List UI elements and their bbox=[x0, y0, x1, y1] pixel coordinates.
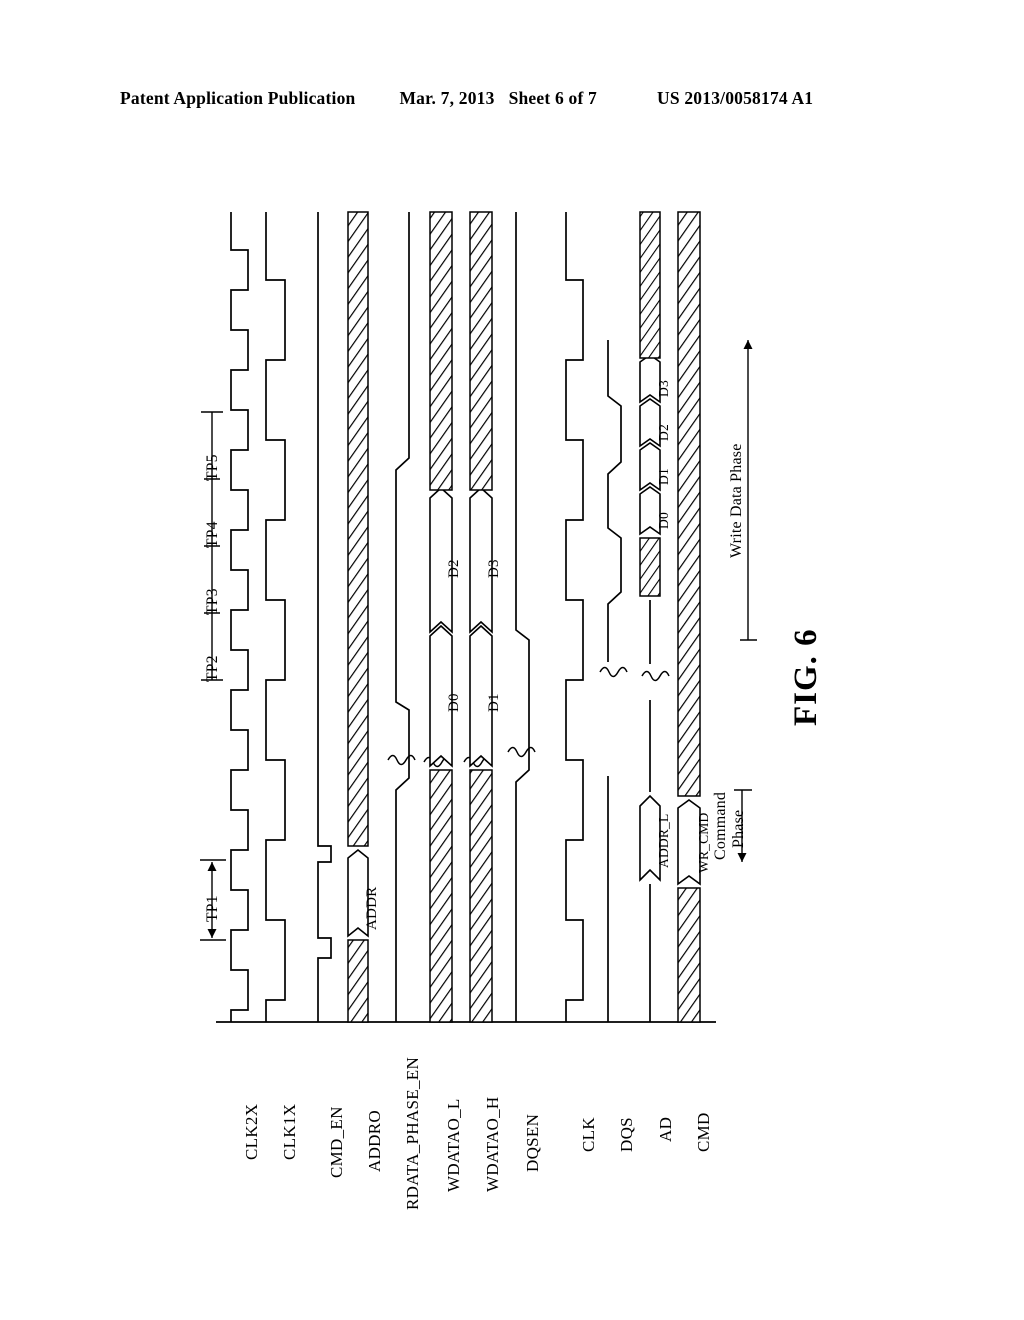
break-symbol-rdata bbox=[387, 754, 416, 766]
waveform-clk2x bbox=[230, 212, 249, 1022]
signal-label-wdatao-l: WDATAO_L bbox=[444, 1098, 463, 1192]
waveform-clk1x bbox=[265, 212, 286, 1022]
wdatao-h-hatch-high bbox=[469, 211, 493, 491]
waveform-cmd bbox=[677, 211, 701, 1023]
waveform-rdata-phase-en bbox=[387, 212, 416, 1022]
addro-hatch-high bbox=[347, 211, 369, 847]
phase-label-command-phase-line1: Command bbox=[712, 791, 729, 860]
break-symbol-dqs bbox=[599, 666, 628, 678]
time-point-label-tp5: TP5 bbox=[204, 454, 221, 481]
signal-label-clk1x: CLK1X bbox=[280, 1103, 299, 1160]
bus-text-wdatao-l-d0: D0 bbox=[446, 693, 462, 712]
ad-hatch-post bbox=[639, 211, 661, 359]
bus-text-ad-d3: D3 bbox=[656, 380, 671, 397]
waveform-wdatao-h bbox=[463, 211, 493, 1023]
bus-text-wdatao-l-d2: D2 bbox=[446, 559, 462, 578]
bus-text-ad-addr-l: ADDR_L bbox=[656, 813, 671, 868]
waveform-dqs bbox=[599, 340, 628, 1022]
bus-text-cmd-wr-cmd: WR_CMD bbox=[696, 812, 711, 873]
phase-label-write-data-phase: Write Data Phase bbox=[728, 443, 745, 558]
waveform-cmd-en bbox=[317, 212, 332, 1022]
bus-text-ad-d1: D1 bbox=[656, 468, 671, 485]
signal-label-addro: ADDRO bbox=[365, 1110, 384, 1172]
time-point-label-tp1: TP1 bbox=[204, 895, 221, 922]
ad-hatch-pre bbox=[639, 537, 661, 597]
signal-label-rdata-phase-en: RDATA_PHASE_EN bbox=[403, 1056, 422, 1210]
signal-label-ad: AD bbox=[656, 1116, 675, 1142]
bus-text-ad-d0: D0 bbox=[656, 512, 671, 529]
time-point-label-tp2: TP2 bbox=[204, 655, 221, 682]
phase-label-command-phase-line2: Phase bbox=[730, 809, 747, 848]
signal-label-clk: CLK bbox=[579, 1117, 598, 1152]
cmd-hatch-high bbox=[677, 211, 701, 797]
signal-label-dqs: DQS bbox=[617, 1117, 636, 1152]
waveform-clk bbox=[565, 212, 584, 1022]
wdatao-h-hatch-low bbox=[469, 769, 493, 1023]
signal-label-wdatao-h: WDATAO_H bbox=[483, 1096, 502, 1192]
figure-caption: FIG. 6 bbox=[788, 628, 824, 726]
signal-label-cmd-en: CMD_EN bbox=[327, 1106, 346, 1178]
signal-label-clk2x: CLK2X bbox=[242, 1103, 261, 1160]
wdatao-l-hatch-low bbox=[429, 769, 453, 1023]
bus-text-ad-d2: D2 bbox=[656, 424, 671, 441]
waveform-ad bbox=[639, 211, 670, 1022]
signal-label-cmd: CMD bbox=[694, 1112, 713, 1152]
bus-text-wdatao-h-d3: D3 bbox=[486, 559, 502, 578]
timing-diagram-canvas bbox=[200, 211, 757, 1023]
signal-label-dqsen: DQSEN bbox=[523, 1113, 542, 1172]
time-point-label-tp4: TP4 bbox=[204, 521, 221, 548]
bus-text-wdatao-h-d1: D1 bbox=[486, 693, 502, 712]
break-symbol-ad bbox=[641, 670, 670, 682]
waveform-dqsen bbox=[507, 212, 536, 1022]
wdatao-l-hatch-high bbox=[429, 211, 453, 491]
break-symbol-dqsen bbox=[507, 746, 536, 758]
addro-hatch-low bbox=[347, 939, 369, 1023]
cmd-hatch-low bbox=[677, 887, 701, 1023]
timing-diagram-figure: CLK2X CLK1X CMD_EN ADDRO RDATA_PHASE_EN … bbox=[0, 0, 1024, 1320]
time-point-label-tp3: TP3 bbox=[204, 588, 221, 615]
waveform-wdatao-l bbox=[423, 211, 453, 1023]
bus-text-addro-addr: ADDR bbox=[364, 886, 380, 930]
